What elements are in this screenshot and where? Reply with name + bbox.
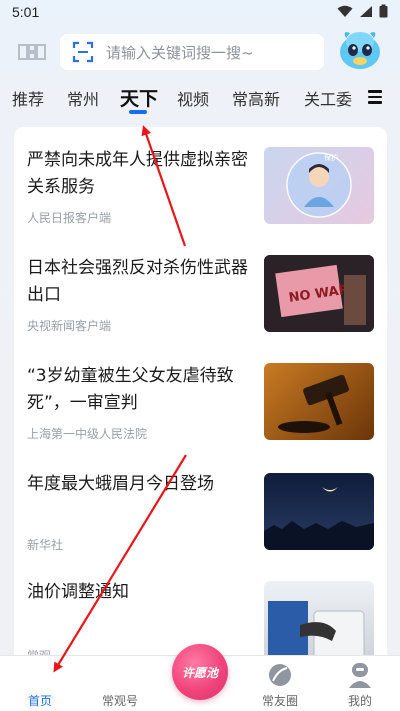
app-logo[interactable] (18, 42, 46, 62)
search-placeholder: 请输入关键词搜一搜~ (106, 43, 254, 62)
channel-menu-icon[interactable] (368, 90, 382, 104)
nav-mine[interactable]: 我的 (325, 656, 395, 711)
news-thumbnail[interactable]: 保护 (264, 147, 374, 224)
wifi-icon (337, 5, 353, 17)
news-title[interactable]: 油价调整通知 (27, 579, 255, 606)
nav-home-label: 首页 (27, 694, 52, 708)
news-source: 央视新闻客户端 (27, 319, 112, 333)
tab-changgaoxin[interactable]: 常高新 (232, 86, 280, 110)
news-title[interactable]: 日本社会强烈反对杀伤性武器出口 (27, 255, 255, 309)
tab-changzhou[interactable]: 常州 (67, 86, 99, 110)
logo-icon (18, 44, 46, 60)
news-item[interactable]: “3岁幼童被生父女友虐待致死”，一审宣判 上海第一中级人民法院 (14, 343, 387, 451)
scan-icon[interactable] (72, 41, 94, 63)
news-source: 人民日报客户端 (27, 211, 112, 225)
channel-tabs: 推荐 常州 天下 视频 常高新 关工委 (0, 84, 400, 118)
tab-guangongwei[interactable]: 关工委 (304, 86, 352, 110)
signal-icon (360, 5, 372, 17)
thumb-protect-text: 保护 (324, 153, 338, 162)
friends-icon (269, 664, 291, 686)
profile-icon (349, 663, 371, 688)
status-icons (337, 4, 388, 18)
wish-pool-label: 许愿池 (181, 665, 218, 680)
status-time: 5:01 (12, 4, 40, 20)
header: 请输入关键词搜一搜~ (0, 28, 400, 78)
nav-mine-label: 我的 (347, 694, 372, 708)
search-bar[interactable]: 请输入关键词搜一搜~ (60, 34, 324, 70)
news-title[interactable]: 严禁向未成年人提供虚拟亲密关系服务 (27, 147, 255, 201)
news-title[interactable]: “3岁幼童被生父女友虐待致死”，一审宣判 (27, 363, 255, 417)
news-thumbnail[interactable]: NO WAR (264, 255, 374, 332)
nav-friends[interactable]: 常友圈 (245, 656, 315, 711)
news-item[interactable]: 日本社会强烈反对杀伤性武器出口 央视新闻客户端 NO WAR (14, 235, 387, 343)
news-source: 新华社 (27, 538, 64, 552)
active-tab-indicator (129, 110, 147, 114)
news-thumbnail[interactable] (264, 363, 374, 440)
news-item[interactable]: 严禁向未成年人提供虚拟亲密关系服务 人民日报客户端 保护 (14, 127, 387, 235)
mascot-avatar[interactable] (336, 28, 384, 72)
nav-home[interactable]: 首页 (5, 656, 75, 711)
news-thumbnail[interactable] (264, 473, 374, 550)
nav-friends-label: 常友圈 (261, 694, 298, 708)
status-bar: 5:01 (0, 0, 400, 24)
news-list: 严禁向未成年人提供虚拟亲密关系服务 人民日报客户端 保护 日本社会强烈反对杀伤性… (14, 127, 387, 667)
wish-pool-button[interactable]: 许愿池 (172, 644, 228, 700)
battery-icon (379, 4, 388, 18)
news-item[interactable]: 年度最大蛾眉月今日登场 新华社 (14, 451, 387, 559)
tab-recommend[interactable]: 推荐 (12, 86, 44, 110)
nav-changguan-label: 常观号 (101, 694, 138, 708)
news-source: 上海第一中级人民法院 (27, 427, 148, 441)
tab-video[interactable]: 视频 (177, 86, 209, 110)
news-title[interactable]: 年度最大蛾眉月今日登场 (27, 471, 255, 498)
nav-changguan[interactable]: 常观号 (85, 656, 155, 711)
tab-world[interactable]: 天下 (120, 84, 158, 111)
